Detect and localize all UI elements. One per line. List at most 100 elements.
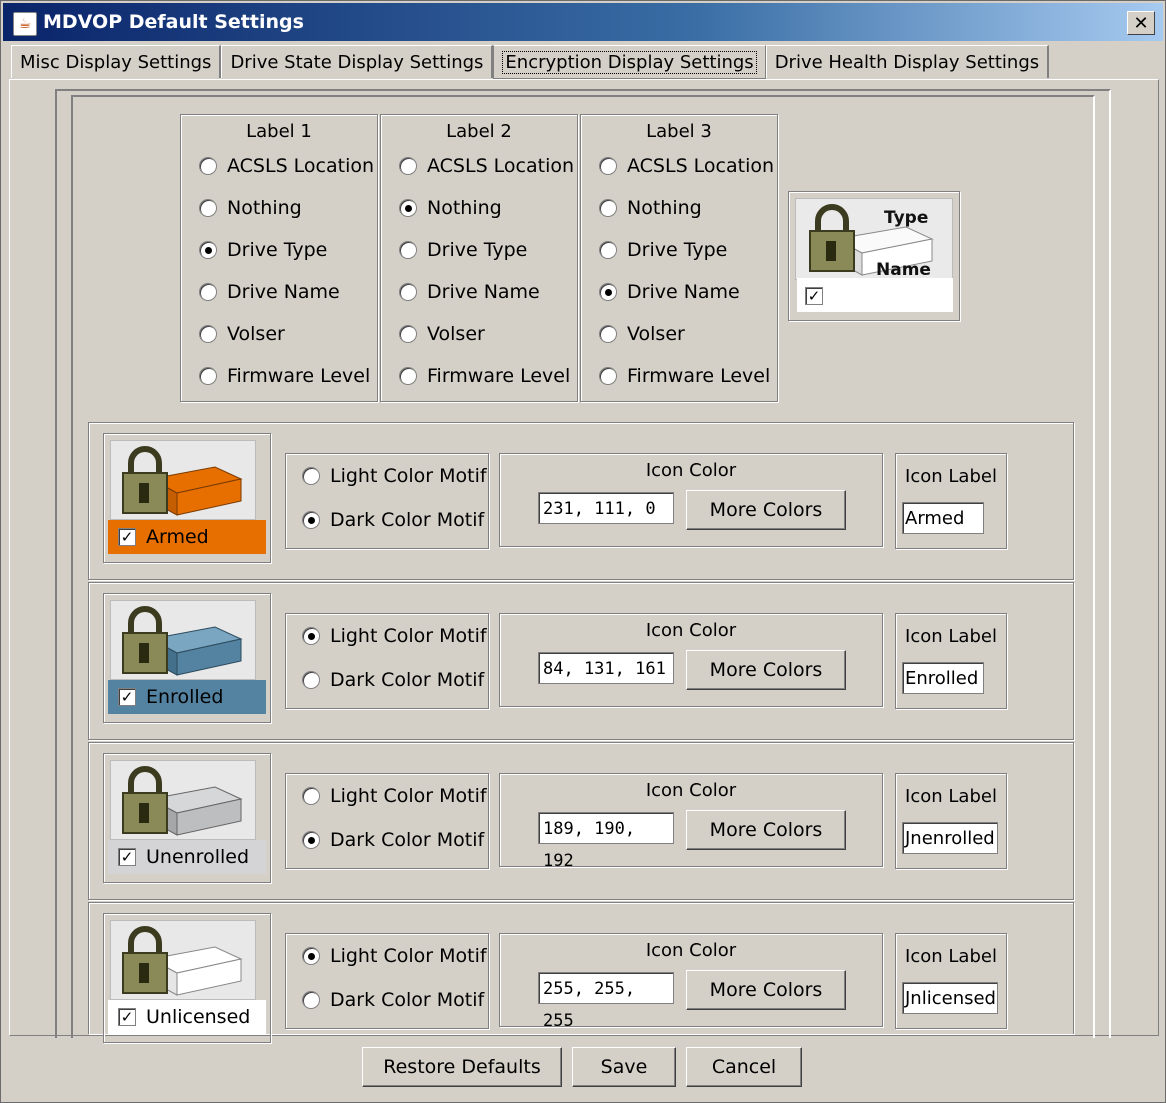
rgb-value-field[interactable]: 84, 131, 161 — [538, 652, 674, 684]
more-colors-button[interactable]: More Colors — [686, 650, 846, 690]
icon-label-field[interactable]: Enrolled — [902, 662, 984, 694]
radio-button[interactable] — [302, 991, 320, 1009]
label3-option-nothing[interactable]: Nothing — [581, 187, 777, 229]
dark-color-motif-option[interactable]: Dark Color Motif — [286, 498, 488, 542]
radio-button[interactable] — [599, 367, 617, 385]
light-color-motif-option[interactable]: Light Color Motif — [286, 454, 488, 498]
rgb-value-field[interactable]: 255, 255, 255 — [538, 972, 674, 1031]
label3-option-drive-type[interactable]: Drive Type — [581, 229, 777, 271]
more-colors-button[interactable]: More Colors — [686, 810, 846, 850]
radio-button[interactable] — [399, 157, 417, 175]
dark-color-motif-option[interactable]: Dark Color Motif — [286, 658, 488, 702]
preview-checkbox[interactable]: ✓ — [805, 287, 823, 305]
tab-drive-health-display[interactable]: Drive Health Display Settings — [765, 45, 1050, 78]
label-preview: Type Name ✓ — [788, 191, 960, 321]
radio-button[interactable] — [302, 467, 320, 485]
label1-option-nothing[interactable]: Nothing — [181, 187, 377, 229]
group-title: Label 2 — [446, 121, 512, 142]
light-color-motif-option[interactable]: Light Color Motif — [286, 774, 488, 818]
option-label: Drive Name — [627, 281, 740, 303]
label1-option-volser[interactable]: Volser — [181, 313, 377, 355]
radio-button[interactable] — [599, 199, 617, 217]
radio-button[interactable] — [302, 787, 320, 805]
label2-option-acsls-location[interactable]: ACSLS Location — [381, 145, 577, 187]
state-enabled-checkbox[interactable]: ✓ — [118, 848, 136, 866]
radio-button[interactable] — [599, 157, 617, 175]
rgb-value-field[interactable]: 189, 190, 192 — [538, 812, 674, 871]
light-color-motif-option[interactable]: Light Color Motif — [286, 934, 488, 978]
label1-option-acsls-location[interactable]: ACSLS Location — [181, 145, 377, 187]
state-enabled-checkbox[interactable]: ✓ — [118, 688, 136, 706]
light-color-motif-option[interactable]: Light Color Motif — [286, 614, 488, 658]
label3-option-acsls-location[interactable]: ACSLS Location — [581, 145, 777, 187]
label2-option-firmware-level[interactable]: Firmware Level — [381, 355, 577, 397]
radio-button[interactable] — [399, 325, 417, 343]
icon-label-field[interactable]: Armed — [902, 502, 984, 534]
state-enabled-checkbox[interactable]: ✓ — [118, 528, 136, 546]
option-label: Drive Name — [227, 281, 340, 303]
radio-button[interactable] — [302, 947, 320, 965]
label1-option-drive-type[interactable]: Drive Type — [181, 229, 377, 271]
label2-option-drive-name[interactable]: Drive Name — [381, 271, 577, 313]
icon-label-title: Icon Label — [905, 946, 997, 967]
radio-button[interactable] — [199, 367, 217, 385]
radio-button[interactable] — [302, 671, 320, 689]
label1-option-drive-name[interactable]: Drive Name — [181, 271, 377, 313]
restore-defaults-button[interactable]: Restore Defaults — [362, 1047, 562, 1087]
option-label: Drive Type — [427, 239, 528, 261]
state-label-text: Unlicensed — [146, 1006, 251, 1028]
tab-label: Drive State Display Settings — [230, 52, 484, 73]
tab-encryption-display[interactable]: Encryption Display Settings — [493, 45, 766, 79]
tab-bar: Misc Display Settings Drive State Displa… — [11, 45, 1050, 79]
radio-button[interactable] — [302, 627, 320, 645]
label3-option-firmware-level[interactable]: Firmware Level — [581, 355, 777, 397]
option-label: Nothing — [627, 197, 702, 219]
icon-label-title: Icon Label — [905, 786, 997, 807]
state-enabled-checkbox[interactable]: ✓ — [118, 1008, 136, 1026]
option-label: Nothing — [227, 197, 302, 219]
tab-misc-display[interactable]: Misc Display Settings — [11, 45, 222, 78]
label2-option-nothing[interactable]: Nothing — [381, 187, 577, 229]
radio-button[interactable] — [399, 283, 417, 301]
label2-option-volser[interactable]: Volser — [381, 313, 577, 355]
radio-button[interactable] — [599, 283, 617, 301]
icon-label-field[interactable]: Jnlicensed — [902, 982, 998, 1014]
motif-group: Light Color Motif Dark Color Motif — [285, 453, 489, 549]
cancel-button[interactable]: Cancel — [686, 1047, 802, 1087]
radio-button[interactable] — [302, 511, 320, 529]
option-label: Dark Color Motif — [330, 989, 485, 1011]
label2-option-drive-type[interactable]: Drive Type — [381, 229, 577, 271]
label1-option-firmware-level[interactable]: Firmware Level — [181, 355, 377, 397]
radio-button[interactable] — [599, 325, 617, 343]
label3-option-drive-name[interactable]: Drive Name — [581, 271, 777, 313]
radio-button[interactable] — [302, 831, 320, 849]
tab-drive-state-display[interactable]: Drive State Display Settings — [221, 45, 494, 78]
radio-button[interactable] — [399, 199, 417, 217]
option-label: ACSLS Location — [627, 155, 775, 177]
more-colors-button[interactable]: More Colors — [686, 490, 846, 530]
radio-button[interactable] — [399, 241, 417, 259]
radio-button[interactable] — [199, 199, 217, 217]
radio-button[interactable] — [199, 241, 217, 259]
icon-color-group: Icon Color 189, 190, 192 More Colors — [499, 773, 883, 871]
more-colors-button[interactable]: More Colors — [686, 970, 846, 1010]
label3-option-volser[interactable]: Volser — [581, 313, 777, 355]
rgb-value-field[interactable]: 231, 111, 0 — [538, 492, 674, 524]
close-button[interactable]: ✕ — [1127, 11, 1155, 35]
tab-label: Encryption Display Settings — [502, 51, 757, 74]
option-label: Firmware Level — [427, 365, 571, 387]
radio-button[interactable] — [199, 283, 217, 301]
state-label-bar: ✓ Enrolled — [108, 680, 266, 714]
radio-button[interactable] — [199, 157, 217, 175]
state-icon-preview: ✓ Enrolled — [103, 593, 271, 723]
state-row-armed: ✓ Armed Light Color Motif Dark Color Mot… — [88, 422, 1074, 580]
save-button[interactable]: Save — [572, 1047, 676, 1087]
radio-button[interactable] — [399, 367, 417, 385]
preview-type-text: Type — [884, 208, 928, 228]
radio-button[interactable] — [599, 241, 617, 259]
dark-color-motif-option[interactable]: Dark Color Motif — [286, 818, 488, 862]
radio-button[interactable] — [199, 325, 217, 343]
icon-color-title: Icon Color — [645, 940, 737, 961]
icon-label-field[interactable]: Jnenrolled — [902, 822, 998, 854]
dark-color-motif-option[interactable]: Dark Color Motif — [286, 978, 488, 1022]
